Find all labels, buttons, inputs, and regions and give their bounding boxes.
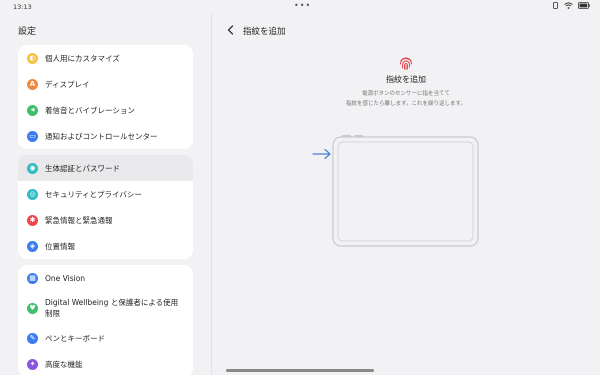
settings-group-security: ◉ 生体認証とパスワード ◎ セキュリティとプライバシー ✱ 緊急情報と緊急通報… <box>18 155 193 259</box>
palette-icon: ◐ <box>27 52 38 64</box>
display-icon: A <box>27 78 38 90</box>
settings-item-label: 個人用にカスタマイズ <box>45 53 120 63</box>
one-vision-icon: ▦ <box>27 272 38 284</box>
add-fingerprint-pane: 指紋を追加 指紋を追加 電源ボタンのセンサーに指を当てて 指紋を感じたら離します… <box>212 14 600 375</box>
settings-item-label: 着信音とバイブレーション <box>45 105 135 115</box>
tablet-illustration <box>332 135 479 247</box>
wellbeing-icon: ♥ <box>27 302 38 314</box>
instruction-line-2: 指紋を感じたら離します。これを繰り返します。 <box>346 101 466 107</box>
settings-item-label: 通知およびコントロールセンター <box>45 131 158 141</box>
settings-item-label: 位置情報 <box>45 241 75 251</box>
page-title: 設定 <box>18 27 37 37</box>
settings-item-biometrics[interactable]: ◉ 生体認証とパスワード <box>18 155 193 181</box>
status-time: 13:13 <box>13 3 32 11</box>
settings-item-digital-wellbeing[interactable]: ♥ Digital Wellbeing と保護者による使用制限 <box>18 291 193 325</box>
biometric-icon: ◉ <box>27 162 38 174</box>
multiwindow-handle[interactable]: ••• <box>294 1 311 10</box>
settings-item-label: ペンとキーボード <box>45 333 105 343</box>
settings-item-label: 緊急情報と緊急通報 <box>45 215 113 225</box>
detail-title: 指紋を追加 <box>243 27 286 37</box>
settings-item-label: Digital Wellbeing と保護者による使用制限 <box>45 298 179 318</box>
settings-group-features: ▦ One Vision ♥ Digital Wellbeing と保護者による… <box>18 265 193 375</box>
settings-item-personalize[interactable]: ◐ 個人用にカスタマイズ <box>18 45 193 71</box>
instruction-line-1: 電源ボタンのセンサーに指を当てて <box>361 91 450 97</box>
settings-item-location[interactable]: ◈ 位置情報 <box>18 233 193 259</box>
speaker-icon: ◀ <box>27 104 38 116</box>
fingerprint-icon <box>400 57 412 70</box>
wifi-icon <box>564 2 573 9</box>
settings-item-label: 生体認証とパスワード <box>45 163 120 173</box>
advanced-icon: ✦ <box>27 358 38 370</box>
fingerprint-heading: 指紋を追加 <box>386 75 426 84</box>
settings-item-advanced[interactable]: ✦ 高度な機能 <box>18 351 193 375</box>
settings-item-sound[interactable]: ◀ 着信音とバイブレーション <box>18 97 193 123</box>
notification-icon: ▭ <box>27 130 38 142</box>
fingerprint-instructions: 電源ボタンのセンサーに指を当てて 指紋を感じたら離します。これを繰り返します。 <box>212 89 600 109</box>
status-icons <box>552 2 590 9</box>
home-indicator[interactable] <box>226 369 374 372</box>
battery-icon <box>578 2 590 9</box>
settings-item-security-privacy[interactable]: ◎ セキュリティとプライバシー <box>18 181 193 207</box>
settings-item-label: One Vision <box>45 273 86 283</box>
status-bar: 13:13 ••• <box>0 0 600 14</box>
settings-item-pen-keyboard[interactable]: ✎ ペンとキーボード <box>18 325 193 351</box>
back-arrow-icon[interactable] <box>226 24 236 36</box>
power-button-arrow-icon <box>312 148 331 160</box>
settings-item-emergency[interactable]: ✱ 緊急情報と緊急通報 <box>18 207 193 233</box>
emergency-icon: ✱ <box>27 214 38 226</box>
settings-item-notifications[interactable]: ▭ 通知およびコントロールセンター <box>18 123 193 149</box>
shield-icon: ◎ <box>27 188 38 200</box>
settings-item-display[interactable]: A ディスプレイ <box>18 71 193 97</box>
settings-group-personal: ◐ 個人用にカスタマイズ A ディスプレイ ◀ 着信音とバイブレーション ▭ 通… <box>18 45 193 149</box>
settings-list-pane: 設定 ◐ 個人用にカスタマイズ A ディスプレイ ◀ 着信音とバイブレーション … <box>0 14 212 375</box>
location-icon: ◈ <box>27 240 38 252</box>
vibrate-icon <box>553 2 558 9</box>
settings-item-label: セキュリティとプライバシー <box>45 189 142 199</box>
settings-item-one-vision[interactable]: ▦ One Vision <box>18 265 193 291</box>
settings-item-label: ディスプレイ <box>45 79 90 89</box>
pen-icon: ✎ <box>27 332 38 344</box>
settings-item-label: 高度な機能 <box>45 359 83 369</box>
